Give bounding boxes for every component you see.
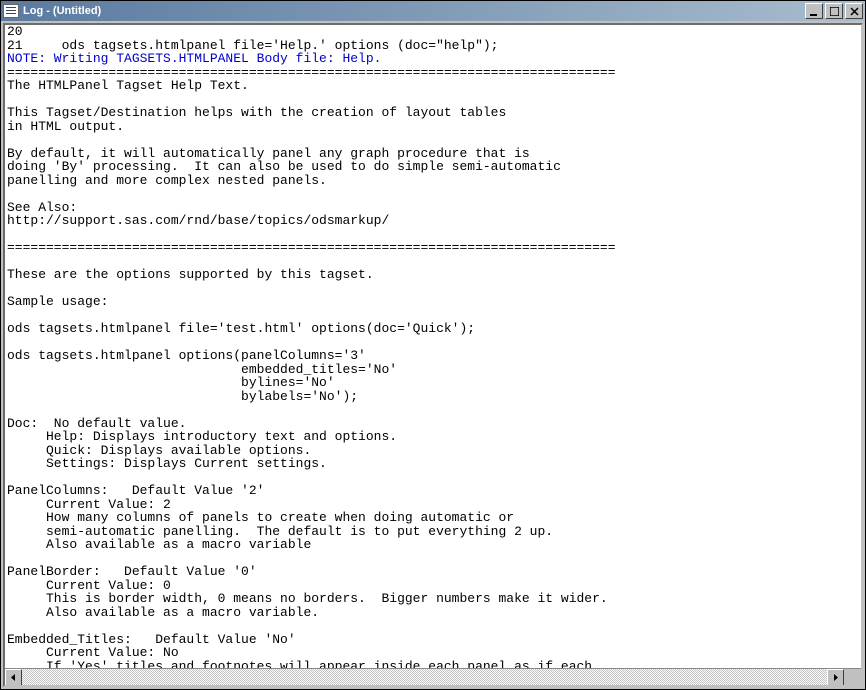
- horizontal-scrollbar[interactable]: [5, 668, 861, 685]
- log-line: These are the options supported by this …: [7, 267, 374, 282]
- scroll-corner: [844, 669, 861, 686]
- close-button[interactable]: [845, 3, 863, 19]
- log-url: http://support.sas.com/rnd/base/topics/o…: [7, 213, 389, 228]
- log-window: Log - (Untitled) 20 21 ods tagsets.htmlp…: [0, 0, 866, 690]
- log-separator: ========================================…: [7, 240, 616, 255]
- document-icon: [3, 4, 19, 18]
- minimize-button[interactable]: [805, 3, 823, 19]
- log-line: ods tagsets.htmlpanel file='test.html' o…: [7, 321, 475, 336]
- log-line: panelling and more complex nested panels…: [7, 173, 327, 188]
- maximize-button[interactable]: [825, 3, 843, 19]
- log-line: Also available as a macro variable.: [7, 605, 319, 620]
- log-line: bylabels='No');: [7, 389, 358, 404]
- scroll-track[interactable]: [22, 669, 827, 685]
- client-area: 20 21 ods tagsets.htmlpanel file='Help.'…: [3, 23, 863, 687]
- window-title: Log - (Untitled): [23, 5, 803, 17]
- log-heading: The HTMLPanel Tagset Help Text.: [7, 78, 249, 93]
- log-line: Also available as a macro variable: [7, 537, 311, 552]
- scroll-left-button[interactable]: [5, 669, 22, 686]
- log-line: Sample usage:: [7, 294, 108, 309]
- log-line: Settings: Displays Current settings.: [7, 456, 327, 471]
- scroll-right-button[interactable]: [827, 669, 844, 686]
- titlebar[interactable]: Log - (Untitled): [1, 1, 865, 21]
- log-line: in HTML output.: [7, 119, 124, 134]
- log-line: If 'Yes' titles and footnotes will appea…: [7, 659, 592, 669]
- log-content[interactable]: 20 21 ods tagsets.htmlpanel file='Help.'…: [5, 25, 861, 668]
